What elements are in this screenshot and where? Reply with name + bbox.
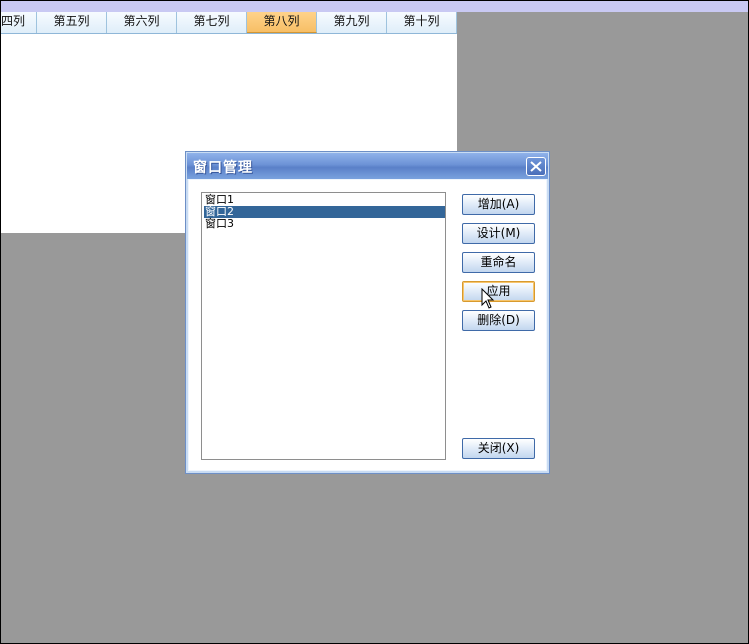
add-button[interactable]: 增加(A) [462, 194, 535, 215]
column-header-9[interactable]: 第九列 [317, 12, 387, 33]
dialog-titlebar[interactable]: 窗口管理 [187, 153, 548, 179]
column-header-10[interactable]: 第十列 [387, 12, 457, 33]
delete-button[interactable]: 删除(D) [462, 310, 535, 331]
window-manager-dialog: 窗口管理 窗口1 窗口2 窗口3 增加(A) 设计(M) 重命名 应用 删除(D… [185, 151, 550, 474]
column-header-row: 四列 第五列 第六列 第七列 第八列 第九列 第十列 [0, 12, 457, 34]
mouse-pointer-icon [481, 287, 495, 313]
top-band [0, 0, 749, 12]
rename-button[interactable]: 重命名 [462, 252, 535, 273]
design-button[interactable]: 设计(M) [462, 223, 535, 244]
close-button[interactable]: 关闭(X) [462, 438, 535, 459]
column-header-6[interactable]: 第六列 [107, 12, 177, 33]
list-item-window3[interactable]: 窗口3 [204, 218, 445, 230]
apply-button[interactable]: 应用 [462, 281, 535, 302]
close-icon[interactable] [526, 157, 546, 176]
column-header-5[interactable]: 第五列 [37, 12, 107, 33]
column-header-7[interactable]: 第七列 [177, 12, 247, 33]
column-header-4[interactable]: 四列 [0, 12, 37, 33]
dialog-body: 窗口1 窗口2 窗口3 增加(A) 设计(M) 重命名 应用 删除(D) 关闭(… [189, 180, 546, 470]
list-item-window2[interactable]: 窗口2 [204, 206, 445, 218]
window-list[interactable]: 窗口1 窗口2 窗口3 [201, 192, 446, 460]
list-item-window1[interactable]: 窗口1 [204, 194, 445, 206]
dialog-title: 窗口管理 [193, 160, 253, 176]
column-header-8[interactable]: 第八列 [247, 12, 317, 33]
